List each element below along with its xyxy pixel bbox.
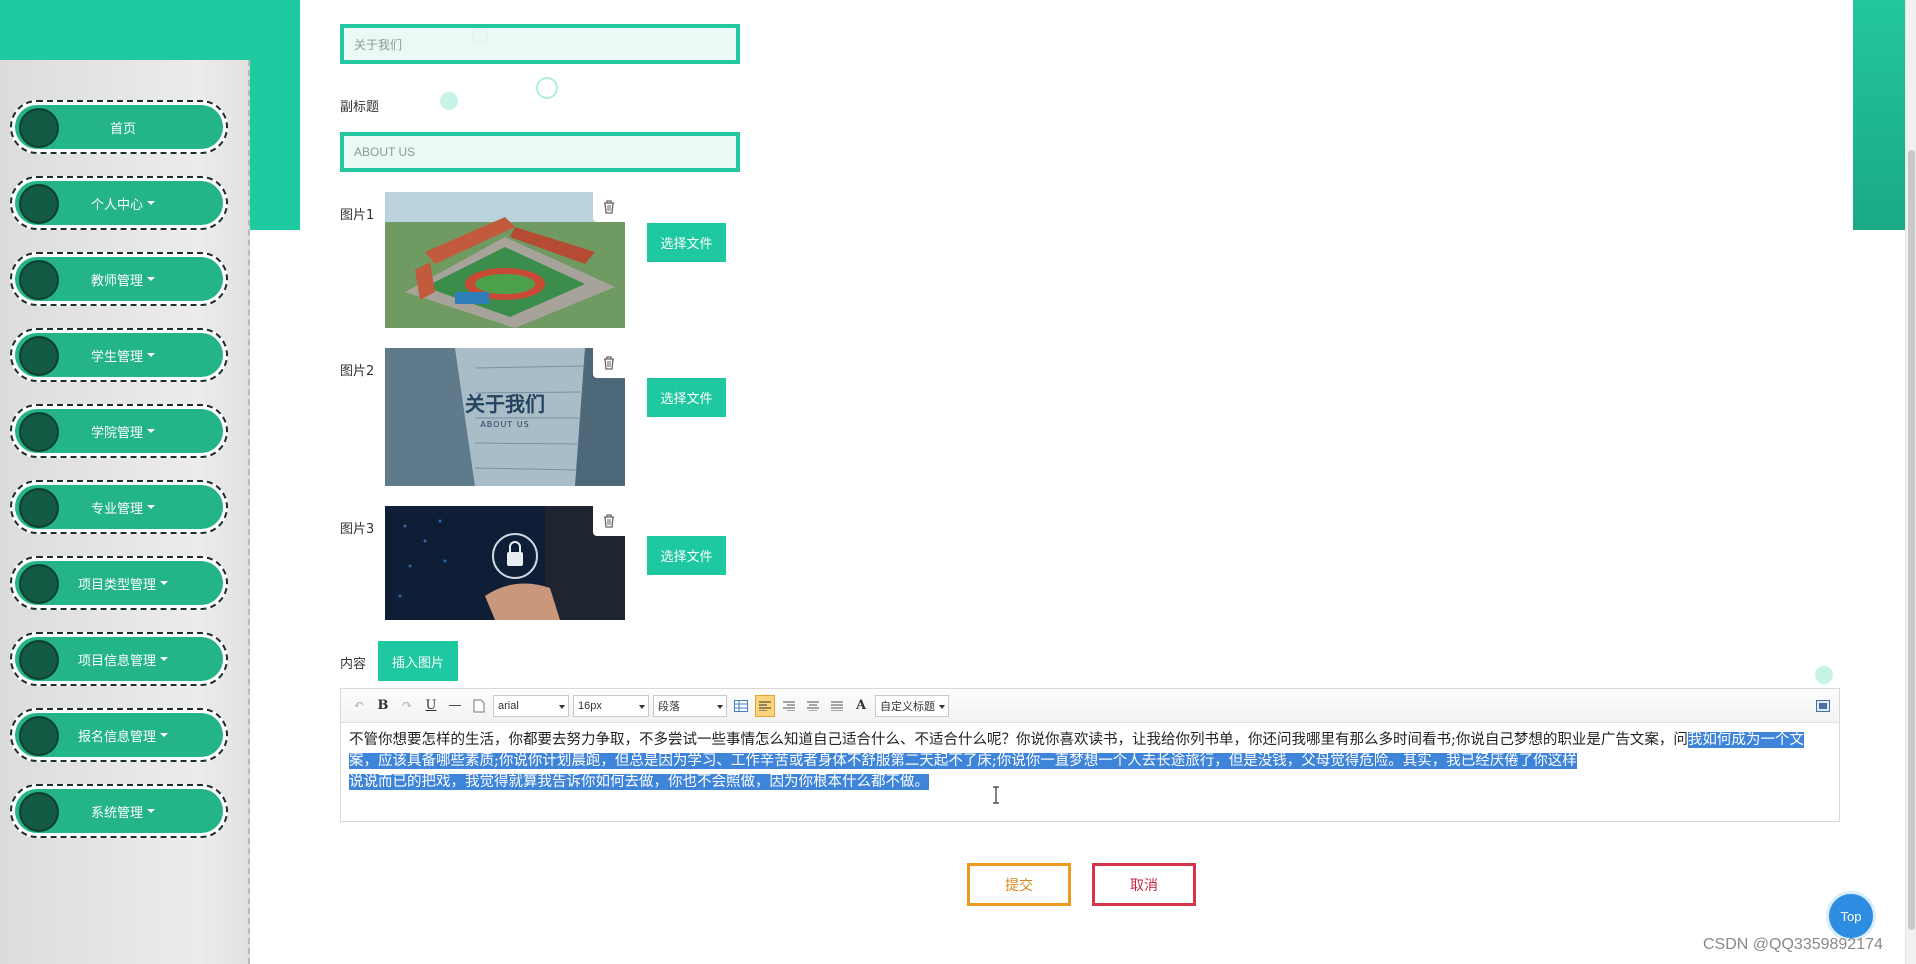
- trash-icon: [604, 356, 614, 370]
- sidebar-item-label: 报名信息管理: [77, 729, 156, 745]
- decor-dot: [440, 92, 458, 110]
- image2-label: 图片2: [340, 364, 375, 379]
- redo-icon[interactable]: ↷: [397, 695, 417, 717]
- scrollbar-thumb[interactable]: [1908, 150, 1915, 930]
- sidebar-item-label: 学院管理: [90, 425, 143, 441]
- sidebar-item-project-info-management[interactable]: 项目信息管理: [10, 632, 228, 686]
- editor-text-selected: 说说而已的把戏，我觉得就算我告诉你如何去做，你也不会照做，因为你根本什么都不做。: [349, 774, 929, 790]
- submit-button[interactable]: 提交: [967, 863, 1071, 906]
- horizontal-rule-icon[interactable]: —: [445, 695, 465, 717]
- back-to-top-button[interactable]: Top: [1829, 894, 1873, 938]
- undo-icon[interactable]: ↶: [349, 695, 369, 717]
- sidebar-item-personal-center[interactable]: 个人中心: [10, 176, 228, 230]
- sidebar-item-label: 专业管理: [90, 501, 143, 517]
- editor-content[interactable]: 不管你想要怎样的生活，你都要去努力争取，不多尝试一些事情怎么知道自己适合什么、不…: [341, 723, 1839, 800]
- align-right-icon[interactable]: [779, 695, 799, 717]
- image2-delete-button[interactable]: [593, 348, 625, 378]
- subtitle-input[interactable]: ABOUT US: [340, 132, 740, 172]
- caret-down-icon: [160, 657, 168, 661]
- font-family-select[interactable]: arial: [493, 694, 569, 717]
- about-us-image: [385, 348, 625, 486]
- image1-label: 图片1: [340, 208, 375, 223]
- decor-circle: [536, 77, 558, 99]
- caret-down-icon: [160, 581, 168, 585]
- nav-bullet-icon: [19, 640, 59, 680]
- document-icon[interactable]: [469, 695, 489, 717]
- caret-down-icon: [147, 809, 155, 813]
- sidebar-item-home[interactable]: 首页: [10, 100, 228, 154]
- cancel-button[interactable]: 取消: [1092, 863, 1196, 906]
- image1-delete-button[interactable]: [593, 192, 625, 222]
- sidebar-item-teacher-management[interactable]: 教师管理: [10, 252, 228, 306]
- nav-bullet-icon: [19, 792, 59, 832]
- sidebar-item-major-management[interactable]: 专业管理: [10, 480, 228, 534]
- trash-icon: [604, 200, 614, 214]
- subtitle-label: 副标题: [340, 100, 380, 115]
- sidebar-item-label: 系统管理: [90, 805, 143, 821]
- rich-text-editor[interactable]: ↶ B ↷ U — arial 16px 段落 A 自定义标题 不管你想要怎样的…: [340, 688, 1840, 822]
- font-size-select[interactable]: 16px: [573, 694, 649, 717]
- nav-bullet-icon: [19, 108, 59, 148]
- sidebar-item-label: 教师管理: [90, 273, 143, 289]
- align-justify-icon[interactable]: [827, 695, 847, 717]
- sidebar-item-label: 首页: [109, 121, 136, 137]
- sidebar: 首页 个人中心 教师管理 学生管理 学院管理 专业管理 项目类型管理 项目信息管…: [0, 60, 250, 964]
- image1-choose-file-button[interactable]: 选择文件: [647, 223, 726, 262]
- sidebar-item-project-type-management[interactable]: 项目类型管理: [10, 556, 228, 610]
- image2-overlay-title: 关于我们: [465, 392, 545, 416]
- caret-down-icon: [147, 201, 155, 205]
- caret-down-icon: [147, 429, 155, 433]
- text-cursor-icon: [993, 786, 999, 804]
- trash-icon: [604, 514, 614, 528]
- nav-bullet-icon: [19, 412, 59, 452]
- fullscreen-icon[interactable]: [1813, 695, 1833, 717]
- watermark: CSDN @QQ3359892174: [1703, 936, 1883, 953]
- image3-preview: [385, 506, 625, 620]
- nav-bullet-icon: [19, 488, 59, 528]
- sidebar-item-label: 项目类型管理: [77, 577, 156, 593]
- underline-icon[interactable]: U: [421, 695, 441, 717]
- image3-choose-file-button[interactable]: 选择文件: [647, 536, 726, 575]
- image2-overlay-subtitle: ABOUT US: [480, 420, 530, 429]
- image1-preview: [385, 192, 625, 328]
- align-center-icon[interactable]: [803, 695, 823, 717]
- paragraph-select[interactable]: 段落: [653, 694, 727, 717]
- sidebar-item-college-management[interactable]: 学院管理: [10, 404, 228, 458]
- caret-down-icon: [160, 733, 168, 737]
- caret-down-icon: [147, 505, 155, 509]
- sidebar-item-student-management[interactable]: 学生管理: [10, 328, 228, 382]
- sidebar-item-label: 项目信息管理: [77, 653, 156, 669]
- page-scrollbar[interactable]: [1905, 0, 1916, 964]
- image3-delete-button[interactable]: [593, 506, 625, 536]
- sidebar-item-label: 个人中心: [90, 197, 143, 213]
- bold-icon[interactable]: B: [373, 695, 393, 717]
- nav-bullet-icon: [19, 184, 59, 224]
- editor-text-unselected: 不管你想要怎样的生活，你都要去努力争取，不多尝试一些事情怎么知道自己适合什么、不…: [349, 732, 1688, 748]
- custom-heading-select[interactable]: 自定义标题: [875, 694, 949, 717]
- font-color-icon[interactable]: A: [851, 695, 871, 717]
- nav-bullet-icon: [19, 716, 59, 756]
- sidebar-item-system-management[interactable]: 系统管理: [10, 784, 228, 838]
- right-decor-band: [1853, 0, 1905, 230]
- table-icon[interactable]: [731, 695, 751, 717]
- editor-toolbar: ↶ B ↷ U — arial 16px 段落 A 自定义标题: [341, 689, 1839, 723]
- sidebar-item-label: 学生管理: [90, 349, 143, 365]
- content-label: 内容: [340, 657, 367, 672]
- nav-bullet-icon: [19, 336, 59, 376]
- align-left-icon[interactable]: [755, 694, 775, 717]
- campus-image: [385, 192, 625, 328]
- sidebar-item-registration-management[interactable]: 报名信息管理: [10, 708, 228, 762]
- image3-label: 图片3: [340, 522, 375, 537]
- caret-down-icon: [147, 277, 155, 281]
- decor-dot: [1815, 666, 1833, 684]
- image2-choose-file-button[interactable]: 选择文件: [647, 378, 726, 417]
- insert-image-button[interactable]: 插入图片: [378, 641, 458, 681]
- title-input[interactable]: 关于我们: [340, 24, 740, 64]
- nav-bullet-icon: [19, 260, 59, 300]
- image2-preview: 关于我们 ABOUT US: [385, 348, 625, 486]
- caret-down-icon: [147, 353, 155, 357]
- nav-bullet-icon: [19, 564, 59, 604]
- security-lock-image: [385, 506, 625, 620]
